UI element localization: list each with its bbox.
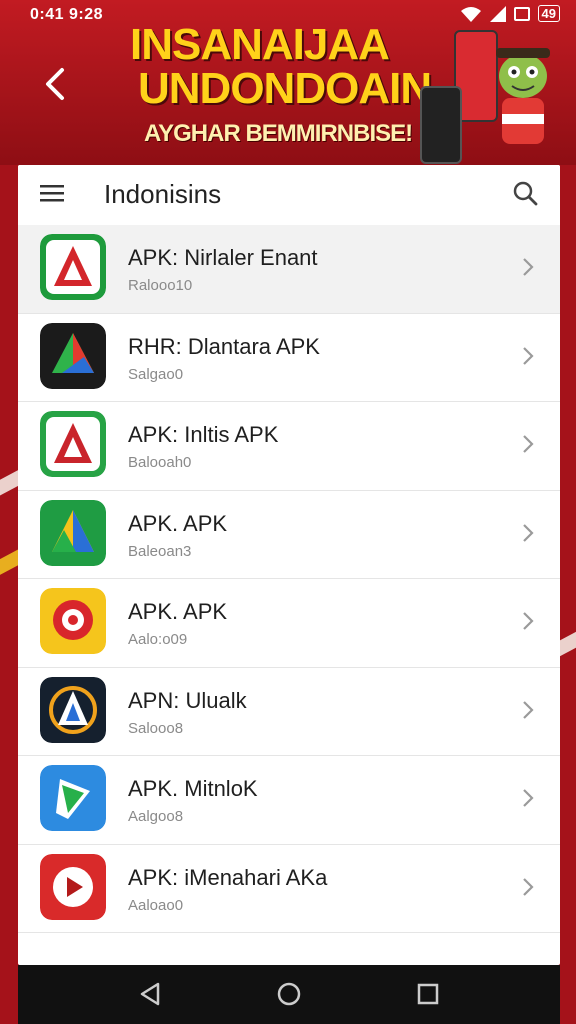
app-name: APK. APK [128,599,228,624]
app-subtitle: Balooah0 [128,454,192,471]
app-subtitle: Aalgoo8 [128,808,184,825]
app-subtitle: Salooo8 [128,719,184,737]
app-icon [40,588,106,654]
nav-recents-icon[interactable] [414,980,442,1008]
app-icon [40,499,106,566]
hamburger-menu-icon[interactable] [40,183,64,203]
app-icon [40,322,106,389]
chevron-right-icon [523,789,534,807]
app-subtitle: Aaloao0 [128,896,184,914]
list-item[interactable]: APK: iMenahari AKa Aaloao0 [18,844,560,933]
status-bar: 0:41 9:28 49 [0,0,576,30]
system-navigation-bar [18,965,560,1024]
battery-icon [513,6,530,21]
chevron-right-icon [523,612,534,630]
app-name: APK: Nirlaler Enant [128,245,318,270]
app-subtitle: Salgao0 [128,365,184,383]
back-arrow-icon [46,68,64,100]
app-name: APK: iMenahari AKa [128,864,328,890]
app-list-card: Indonisins APK: Nirlaler Enant Ralooo10 … [18,165,560,965]
app-subtitle: Baleoan3 [128,542,192,560]
app-name: APK. MitnloK [128,776,258,801]
list-item[interactable]: APK. APK Baleoan3 [18,490,560,579]
list-item[interactable]: APK. MitnloK Aalgoo8 [18,756,560,845]
banner-tagline: AYGHAR BEMMIRNBISE! [144,120,413,147]
app-icon [40,765,106,831]
nav-back-icon[interactable] [136,980,164,1008]
search-icon[interactable] [512,180,538,206]
app-name: APK: Inltis APK [128,422,279,447]
list-item[interactable]: APK: Inltis APK Balooah0 [18,402,560,491]
phone-illustration [420,86,462,164]
app-icon [40,676,106,743]
list-item[interactable]: RHR: Dlantara APK Salgao0 [18,313,560,402]
list-item[interactable]: APN: Ulualk Salooo8 [18,667,560,756]
mascot-illustration [496,48,550,144]
app-icon [40,853,106,920]
toolbar: Indonisins [18,165,560,226]
app-name: APN: Ulualk [128,687,247,713]
app-icon [40,234,106,300]
app-subtitle: Aalo:o09 [128,631,188,648]
nav-home-icon[interactable] [275,980,303,1008]
app-subtitle: Ralooo10 [128,277,193,294]
chevron-right-icon [523,877,534,896]
app-name: RHR: Dlantara APK [128,333,320,359]
battery-percent: 49 [537,5,560,22]
wifi-icon [460,6,481,22]
status-time: 0:41 9:28 [30,6,103,23]
chevron-right-icon [523,523,534,542]
chevron-right-icon [523,346,534,365]
signal-icon [489,5,506,22]
chevron-right-icon [523,435,534,453]
toolbar-title: Indonisins [104,179,222,209]
banner-title-line2: UNDONDOAIN [138,64,432,113]
back-button[interactable] [40,64,74,104]
chevron-right-icon [523,700,534,719]
app-icon [40,411,106,477]
chevron-right-icon [523,258,534,276]
list-item[interactable]: APK: Nirlaler Enant Ralooo10 [18,225,560,314]
app-name: APK. APK [128,510,228,536]
list-item[interactable]: APK. APK Aalo:o09 [18,579,560,668]
app-list: APK: Nirlaler Enant Ralooo10 RHR: Dlanta… [18,225,560,933]
